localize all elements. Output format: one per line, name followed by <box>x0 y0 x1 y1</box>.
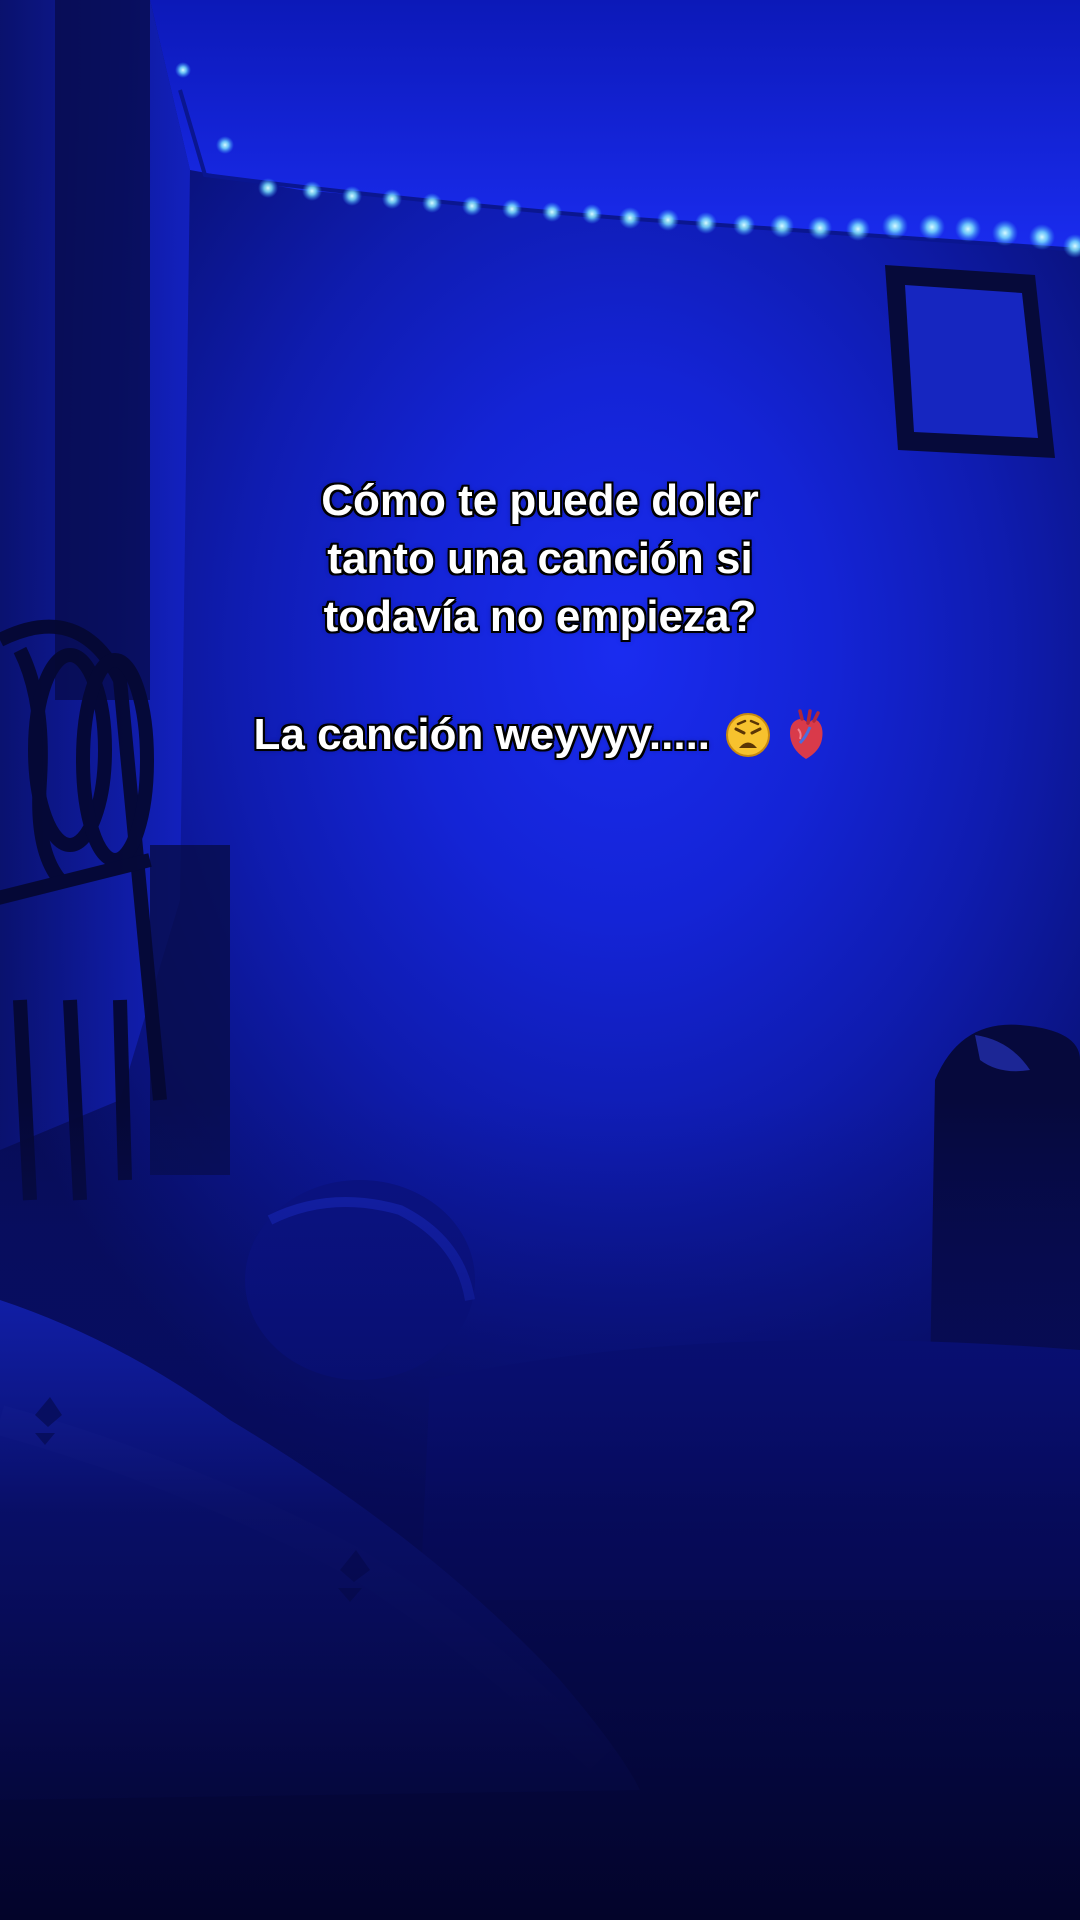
ceiling <box>150 0 1080 250</box>
caption-overlay: Cómo te puede doler tanto una canción si… <box>140 472 940 764</box>
anatomical-heart-icon <box>790 709 823 760</box>
floor-shadow <box>0 1100 1080 1920</box>
caption-line-3: todavía no empieza? <box>323 592 757 641</box>
caption-line-4: La canción weyyyy..... <box>253 710 711 760</box>
door-edge <box>55 0 150 700</box>
bedroom-photo <box>0 0 1080 1920</box>
caption-line-2: tanto una canción si <box>327 534 753 583</box>
wall-picture-frame <box>885 265 1055 458</box>
weary-face-icon <box>726 713 771 758</box>
caption-line-1: Cómo te puede doler <box>321 476 759 525</box>
photo-scene: Cómo te puede doler tanto una canción si… <box>0 0 1080 1920</box>
caption-gap <box>140 646 940 704</box>
caption-line-4-wrapper: La canción weyyyy..... <box>140 704 940 764</box>
